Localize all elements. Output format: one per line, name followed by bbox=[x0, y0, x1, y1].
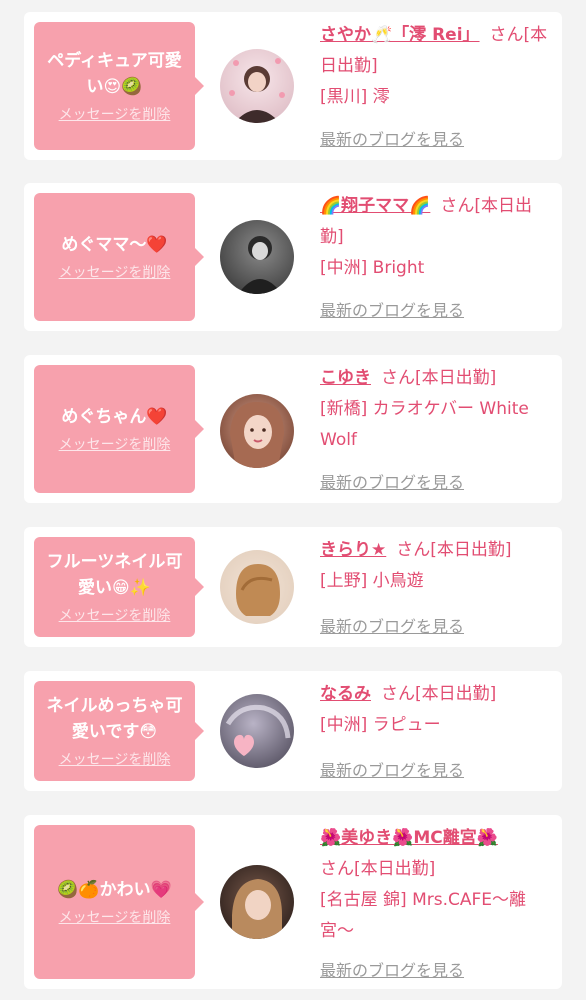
message-text: ペディキュア可愛い😍🥝 bbox=[47, 51, 182, 97]
sender-shop: [名古屋 錦] Mrs.CAFE〜離宮〜 bbox=[320, 890, 527, 941]
latest-blog-link[interactable]: 最新のブログを見る bbox=[320, 957, 464, 981]
latest-blog-link[interactable]: 最新のブログを見る bbox=[320, 613, 464, 637]
sender-status: さん[本日出勤] bbox=[381, 368, 497, 388]
message-text: フルーツネイル可愛い😁✨ bbox=[46, 552, 183, 598]
avatar-image bbox=[232, 879, 282, 939]
sender-name[interactable]: さやか🥂「澪 Rei」 bbox=[320, 25, 480, 45]
avatar-image bbox=[229, 58, 285, 123]
avatar[interactable] bbox=[220, 550, 294, 624]
avatar[interactable] bbox=[220, 49, 294, 123]
message-text: めぐママ〜❤️ bbox=[61, 235, 168, 255]
sender-status: さん[本日出勤] bbox=[381, 684, 497, 704]
sender-name[interactable]: なるみ bbox=[320, 684, 371, 704]
sender-shop: [新橋] カラオケバー White Wolf bbox=[320, 399, 529, 450]
message-card: ペディキュア可愛い😍🥝 メッセージを削除 さやか🥂「澪 Rei」 さん[本日出勤]… bbox=[24, 12, 562, 160]
delete-message-link[interactable]: メッセージを削除 bbox=[59, 607, 171, 625]
message-text: ネイルめっちゃ可愛いです😳 bbox=[46, 696, 183, 742]
message-card: めぐママ〜❤️ メッセージを削除 🌈翔子ママ🌈 さん[本日出勤] [中洲] Bri… bbox=[24, 183, 562, 331]
sender-name[interactable]: 🌈翔子ママ🌈 bbox=[320, 196, 430, 216]
sender-shop: [中洲] ラピュー bbox=[320, 715, 441, 735]
sender-shop: [黒川] 澪 bbox=[320, 87, 390, 107]
delete-message-link[interactable]: メッセージを削除 bbox=[59, 106, 171, 124]
sender-info: さやか🥂「澪 Rei」 さん[本日出勤] [黒川] 澪 bbox=[320, 20, 552, 113]
message-card: めぐちゃん❤️ メッセージを削除 こゆき さん[本日出勤] [新橋] カラオケバー… bbox=[24, 355, 562, 503]
avatar[interactable] bbox=[220, 220, 294, 294]
delete-message-link[interactable]: メッセージを削除 bbox=[59, 264, 171, 282]
sender-info: 🌈翔子ママ🌈 さん[本日出勤] [中洲] Bright bbox=[320, 191, 552, 284]
sender-info: きらり★ さん[本日出勤] [上野] 小鳥遊 bbox=[320, 535, 552, 597]
message-bubble: ペディキュア可愛い😍🥝 メッセージを削除 bbox=[34, 22, 204, 150]
avatar-image bbox=[238, 236, 282, 294]
message-bubble: ネイルめっちゃ可愛いです😳 メッセージを削除 bbox=[34, 681, 204, 781]
message-card: フルーツネイル可愛い😁✨ メッセージを削除 きらり★ さん[本日出勤] [上野] … bbox=[24, 527, 562, 647]
sender-shop: [中洲] Bright bbox=[320, 258, 425, 278]
message-card: ネイルめっちゃ可愛いです😳 メッセージを削除 なるみ さん[本日出勤] [中洲] … bbox=[24, 671, 562, 791]
message-bubble: 🥝🍊かわい💗 メッセージを削除 bbox=[34, 825, 204, 979]
avatar[interactable] bbox=[220, 394, 294, 468]
message-bubble: めぐちゃん❤️ メッセージを削除 bbox=[34, 365, 204, 493]
sender-info: こゆき さん[本日出勤] [新橋] カラオケバー White Wolf bbox=[320, 363, 552, 456]
avatar-image bbox=[225, 704, 291, 756]
sender-name[interactable]: 🌺美ゆき🌺MC離宮🌺 bbox=[320, 828, 498, 848]
sender-shop: [上野] 小鳥遊 bbox=[320, 571, 424, 591]
avatar[interactable] bbox=[220, 865, 294, 939]
message-text: 🥝🍊かわい💗 bbox=[57, 880, 172, 900]
message-bubble: フルーツネイル可愛い😁✨ メッセージを削除 bbox=[34, 537, 204, 637]
avatar-image bbox=[236, 564, 280, 616]
delete-message-link[interactable]: メッセージを削除 bbox=[59, 436, 171, 454]
latest-blog-link[interactable]: 最新のブログを見る bbox=[320, 469, 464, 493]
delete-message-link[interactable]: メッセージを削除 bbox=[59, 909, 171, 927]
latest-blog-link[interactable]: 最新のブログを見る bbox=[320, 757, 464, 781]
message-card: 🥝🍊かわい💗 メッセージを削除 🌺美ゆき🌺MC離宮🌺 さん[本日出勤] [名古屋… bbox=[24, 815, 562, 989]
sender-info: 🌺美ゆき🌺MC離宮🌺 さん[本日出勤] [名古屋 錦] Mrs.CAFE〜離宮〜 bbox=[320, 823, 552, 947]
sender-status: さん[本日出勤] bbox=[396, 540, 512, 560]
latest-blog-link[interactable]: 最新のブログを見る bbox=[320, 297, 464, 321]
sender-info: なるみ さん[本日出勤] [中洲] ラピュー bbox=[320, 679, 552, 741]
avatar-image bbox=[230, 402, 284, 468]
sender-name[interactable]: こゆき bbox=[320, 368, 371, 388]
avatar[interactable] bbox=[220, 694, 294, 768]
sender-name[interactable]: きらり★ bbox=[320, 540, 386, 560]
delete-message-link[interactable]: メッセージを削除 bbox=[59, 751, 171, 769]
latest-blog-link[interactable]: 最新のブログを見る bbox=[320, 126, 464, 150]
message-bubble: めぐママ〜❤️ メッセージを削除 bbox=[34, 193, 204, 321]
message-text: めぐちゃん❤️ bbox=[61, 407, 168, 427]
sender-status: さん[本日出勤] bbox=[320, 859, 436, 879]
